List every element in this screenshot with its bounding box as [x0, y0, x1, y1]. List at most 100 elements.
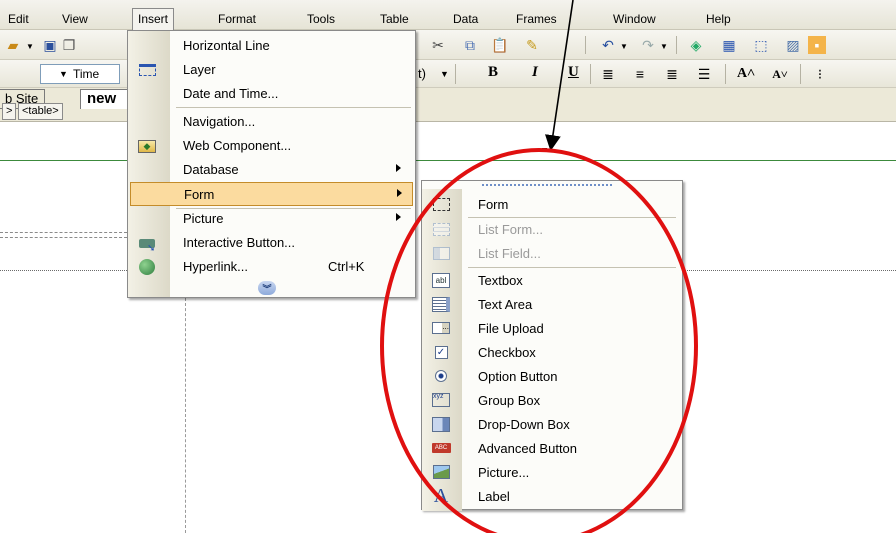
- drop-down-box-icon: [430, 415, 452, 433]
- cut-icon[interactable]: ✂: [428, 36, 448, 54]
- label-icon: A: [433, 485, 449, 507]
- menu-item-label: Picture: [183, 211, 224, 226]
- menu-item-label: Interactive Button...: [183, 235, 296, 250]
- menu-window[interactable]: Window: [613, 9, 656, 29]
- toolbar-separator: [585, 36, 586, 54]
- submenu-item-file-upload[interactable]: ... File Upload: [422, 316, 682, 340]
- menu-item-label: Form: [184, 187, 215, 202]
- justify-icon[interactable]: ☰: [694, 65, 714, 83]
- submenu-item-list-form[interactable]: List Form...: [422, 217, 682, 241]
- insert-table-icon[interactable]: ▦: [718, 36, 740, 54]
- font-size-value[interactable]: t): [418, 66, 426, 81]
- menu-view[interactable]: View: [62, 9, 88, 29]
- tag-selector-body[interactable]: >: [2, 103, 17, 120]
- submenu-item-label: Advanced Button: [478, 441, 578, 456]
- submenu-arrow-icon: [397, 189, 402, 197]
- redo-dropdown-icon[interactable]: ▼: [660, 42, 668, 51]
- web-component-tool-icon[interactable]: ◈: [685, 36, 707, 54]
- layer-outline-guide: [683, 270, 896, 271]
- align-left-icon[interactable]: ≣: [598, 65, 618, 83]
- menu-separator: [176, 107, 411, 108]
- italic-button[interactable]: I: [532, 64, 538, 81]
- submenu-item-checkbox[interactable]: ✓ Checkbox: [422, 340, 682, 364]
- menu-item-web-component[interactable]: ◆ Web Component...: [128, 134, 415, 158]
- save-icon[interactable]: ▣: [40, 36, 60, 54]
- submenu-item-advanced-button[interactable]: ABC Advanced Button: [422, 436, 682, 460]
- form-icon: [430, 195, 452, 213]
- menu-item-layer[interactable]: Layer: [128, 58, 415, 82]
- menu-bar: Edit View Insert Format Tools Table Data…: [0, 0, 896, 30]
- layer-outline-guide: [0, 270, 127, 271]
- submenu-item-picture[interactable]: Picture...: [422, 460, 682, 484]
- drawing-icon[interactable]: ▪: [808, 36, 826, 54]
- copy-icon[interactable]: ⧉: [460, 36, 480, 54]
- open-folder-icon[interactable]: ▰: [2, 36, 24, 54]
- menu-edit[interactable]: Edit: [8, 9, 29, 29]
- submenu-item-group-box[interactable]: xyz Group Box: [422, 388, 682, 412]
- tear-off-handle[interactable]: [482, 184, 612, 186]
- align-right-icon[interactable]: ≣: [662, 65, 682, 83]
- menu-item-date-and-time[interactable]: Date and Time...: [128, 82, 415, 106]
- menu-item-label: Date and Time...: [183, 86, 279, 101]
- toolbar-separator: [676, 36, 677, 54]
- layer-icon: [136, 60, 158, 80]
- numbering-icon[interactable]: ⁝: [812, 65, 828, 83]
- submenu-item-label: List Field...: [478, 246, 541, 261]
- insert-layer-icon[interactable]: ⬚: [750, 36, 772, 54]
- increase-font-icon[interactable]: A˄: [734, 64, 758, 84]
- menu-tools[interactable]: Tools: [307, 9, 335, 29]
- toolbar-separator: [800, 64, 801, 84]
- menu-item-database[interactable]: Database: [128, 158, 415, 182]
- menu-frames[interactable]: Frames: [516, 9, 557, 29]
- menu-format[interactable]: Format: [218, 9, 256, 29]
- open-dropdown-icon[interactable]: ▼: [26, 42, 34, 51]
- submenu-item-option-button[interactable]: Option Button: [422, 364, 682, 388]
- list-field-icon: [430, 244, 452, 262]
- submenu-arrow-icon: [396, 213, 401, 221]
- undo-icon[interactable]: ↶: [598, 36, 618, 54]
- toolbar-separator: [725, 64, 726, 84]
- submenu-item-drop-down-box[interactable]: Drop-Down Box: [422, 412, 682, 436]
- menu-item-form[interactable]: Form: [130, 182, 413, 206]
- font-name-dropdown-icon[interactable]: ▼: [59, 69, 68, 79]
- menu-item-interactive-button[interactable]: ➘ Interactive Button...: [128, 231, 415, 255]
- format-painter-icon[interactable]: ✎: [522, 36, 542, 54]
- submenu-item-textbox[interactable]: abl Textbox: [422, 268, 682, 292]
- option-button-icon: [430, 367, 452, 385]
- font-size-dropdown-icon[interactable]: ▼: [440, 69, 449, 79]
- bold-button[interactable]: B: [488, 64, 498, 81]
- menu-item-picture[interactable]: Picture: [128, 207, 415, 231]
- paste-icon[interactable]: 📋: [490, 36, 510, 54]
- font-name-combo[interactable]: ▼ Time: [40, 64, 120, 84]
- interactive-button-icon: ➘: [136, 233, 158, 254]
- submenu-item-label: Form: [478, 197, 509, 212]
- redo-icon[interactable]: ↷: [638, 36, 658, 54]
- menu-help[interactable]: Help: [706, 9, 731, 29]
- submenu-item-label[interactable]: A Label: [422, 484, 682, 508]
- menu-item-horizontal-line[interactable]: Horizontal Line: [128, 34, 415, 58]
- decrease-font-icon[interactable]: A˅: [768, 64, 792, 84]
- menu-item-navigation[interactable]: Navigation...: [128, 110, 415, 134]
- menu-data[interactable]: Data: [453, 9, 478, 29]
- menu-item-hyperlink[interactable]: Hyperlink... Ctrl+K: [128, 255, 415, 279]
- insert-picture-icon[interactable]: ▨: [782, 36, 804, 54]
- submenu-item-list-field[interactable]: List Field...: [422, 241, 682, 265]
- submenu-item-form[interactable]: Form: [422, 192, 682, 216]
- picture-icon: [430, 463, 452, 481]
- file-upload-icon: ...: [430, 319, 452, 337]
- tag-selector-table[interactable]: <table>: [18, 103, 63, 120]
- underline-button[interactable]: U: [568, 64, 579, 81]
- undo-dropdown-icon[interactable]: ▼: [620, 42, 628, 51]
- double-chevron-down-icon[interactable]: ︾: [258, 281, 276, 295]
- menu-item-label: Horizontal Line: [183, 38, 270, 53]
- submenu-item-label: Textbox: [478, 273, 523, 288]
- align-center-icon[interactable]: ≡: [630, 65, 650, 83]
- form-submenu: Form List Form... List Field... abl Text…: [421, 180, 683, 511]
- preview-icon[interactable]: ❐: [62, 36, 76, 54]
- submenu-item-text-area[interactable]: Text Area: [422, 292, 682, 316]
- menu-table[interactable]: Table: [380, 9, 409, 29]
- group-box-icon: xyz: [430, 391, 452, 409]
- menu-insert[interactable]: Insert: [132, 8, 175, 30]
- submenu-item-label-text: Label: [478, 489, 510, 504]
- tab-new-page[interactable]: new: [80, 89, 130, 109]
